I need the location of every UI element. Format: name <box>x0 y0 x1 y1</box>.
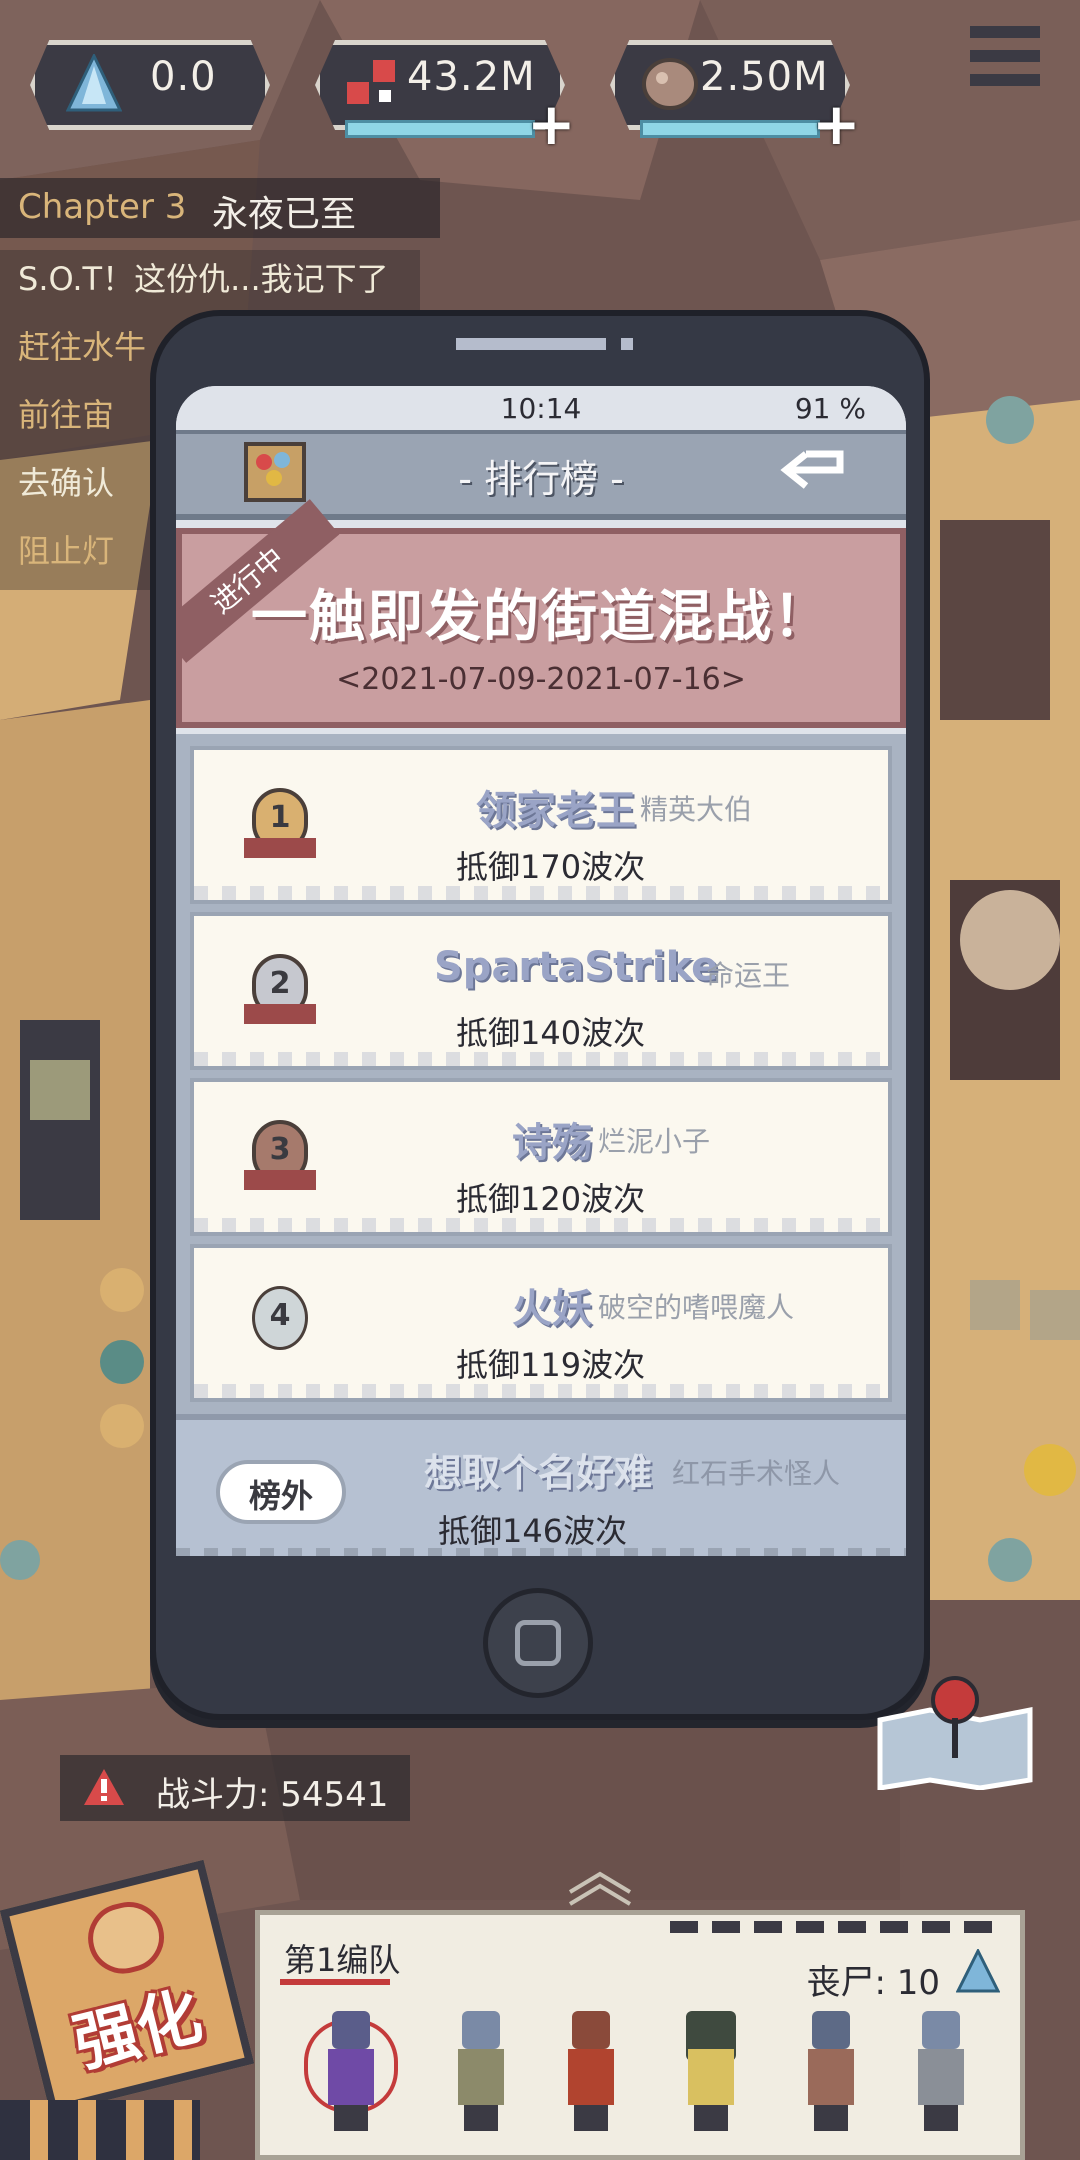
quest-item[interactable]: S.O.T！这份仇...我记下了 <box>0 250 420 318</box>
crystal-icon <box>66 54 122 112</box>
player-score: 抵御140波次 <box>456 1014 646 1052</box>
hero-slot[interactable] <box>670 2011 750 2141</box>
combat-power-text: 战斗力: 54541 <box>156 1775 389 1815</box>
map-pin-icon[interactable] <box>870 1670 1040 1790</box>
warning-icon <box>84 1769 124 1805</box>
combat-power-panel: 战斗力: 54541 <box>60 1755 410 1821</box>
panel-dash-decoration <box>670 1921 1000 1933</box>
player-score: 抵御120波次 <box>456 1180 646 1218</box>
hero-slot[interactable] <box>790 2011 870 2141</box>
crystal-icon <box>956 1949 1000 1993</box>
ranking-row[interactable]: 2 SpartaStrike 命运王 抵御140波次 <box>190 912 892 1070</box>
material-resource[interactable]: 43.2M + <box>315 40 576 153</box>
team-panel[interactable]: 第1编队 丧尸: 10 <box>255 1910 1025 2160</box>
upgrade-card: 强化 <box>0 1859 255 2115</box>
gold-medal-icon: 1 <box>244 788 316 864</box>
ore-icon <box>642 58 698 110</box>
ranking-list: 1 领家老王 精英大伯 抵御170波次 2 SpartaStrike 命运王 抵… <box>176 734 906 1414</box>
chapter-name: 永夜已至 <box>212 194 357 235</box>
bronze-medal-icon: 3 <box>244 1120 316 1196</box>
phone-home-button[interactable] <box>483 1588 593 1698</box>
team-name-underline <box>280 1979 390 1985</box>
crystal-resource[interactable]: 0.0 <box>30 40 270 130</box>
hero-slot[interactable] <box>900 2011 980 2141</box>
crystal-value: 0.0 <box>150 54 217 100</box>
hero-slot[interactable] <box>550 2011 630 2141</box>
silver-medal-icon: 2 <box>244 954 316 1030</box>
material-value: 43.2M <box>407 54 536 100</box>
phone-device: 10:14 91 % - 排行榜 - 进行中 一触即发的街道混战！ <2021-… <box>150 310 930 1720</box>
event-dates: <2021-07-09-2021-07-16> <box>336 662 746 697</box>
resource-bar <box>345 120 535 138</box>
player-title: 命运王 <box>706 959 791 992</box>
ranking-row[interactable]: 3 诗殇 烂泥小子 抵御120波次 <box>190 1078 892 1236</box>
my-player-title: 红石手术怪人 <box>672 1457 841 1490</box>
chapter-header[interactable]: Chapter 3 永夜已至 <box>0 178 440 238</box>
team-name: 第1编队 <box>284 1941 401 1979</box>
rank-badge-icon: 4 <box>244 1286 316 1362</box>
upgrade-label: 强化 <box>66 1979 209 2083</box>
chapter-number: Chapter 3 <box>18 187 187 227</box>
leaderboard-titlebar: - 排行榜 - <box>176 430 906 520</box>
player-name: 火妖 <box>512 1286 592 1332</box>
hero-slot[interactable] <box>304 2011 398 2141</box>
unranked-badge: 榜外 <box>216 1460 346 1524</box>
player-name: 领家老王 <box>476 788 636 834</box>
resource-bar <box>640 120 820 138</box>
ore-value: 2.50M <box>700 54 829 100</box>
my-player-score: 抵御146波次 <box>438 1512 628 1550</box>
event-name: 一触即发的街道混战！ <box>251 585 831 650</box>
ore-resource[interactable]: 2.50M + <box>610 40 861 153</box>
material-icon <box>347 60 395 104</box>
player-score: 抵御170波次 <box>456 848 646 886</box>
menu-icon[interactable] <box>970 26 1040 106</box>
phone-speaker <box>456 338 606 350</box>
phone-screen: 10:14 91 % - 排行榜 - 进行中 一触即发的街道混战！ <2021-… <box>176 386 906 1556</box>
chevron-up-icon[interactable] <box>560 1866 640 1906</box>
status-battery: 91 % <box>794 392 866 425</box>
ranking-row[interactable]: 1 领家老王 精英大伯 抵御170波次 <box>190 746 892 904</box>
back-arrow-icon[interactable] <box>776 448 856 492</box>
phone-camera <box>621 338 633 350</box>
player-score: 抵御119波次 <box>456 1346 646 1384</box>
event-banner: 进行中 一触即发的街道混战！ <2021-07-09-2021-07-16> <box>176 499 906 728</box>
player-name: SpartaStrike <box>434 944 719 990</box>
hero-slot[interactable] <box>440 2011 520 2141</box>
add-ore-button[interactable]: + <box>812 95 861 153</box>
hazard-stripes <box>0 2100 200 2160</box>
player-name: 诗殇 <box>512 1120 592 1166</box>
ranking-row[interactable]: 4 火妖 破空的嗜喂魔人 抵御119波次 <box>190 1244 892 1402</box>
player-title: 破空的嗜喂魔人 <box>598 1291 795 1324</box>
zombie-count: 丧尸: 10 <box>806 1963 940 2003</box>
player-title: 精英大伯 <box>640 793 753 826</box>
my-ranking-row[interactable]: 榜外 想取个名好难 红石手术怪人 抵御146波次 <box>176 1414 906 1556</box>
add-material-button[interactable]: + <box>527 95 576 153</box>
fist-icon <box>80 1894 172 1981</box>
my-player-name: 想取个名好难 <box>424 1451 653 1495</box>
player-title: 烂泥小子 <box>598 1125 711 1158</box>
upgrade-button[interactable]: 强化 <box>0 1859 260 2115</box>
status-bar: 10:14 91 % <box>176 386 906 430</box>
